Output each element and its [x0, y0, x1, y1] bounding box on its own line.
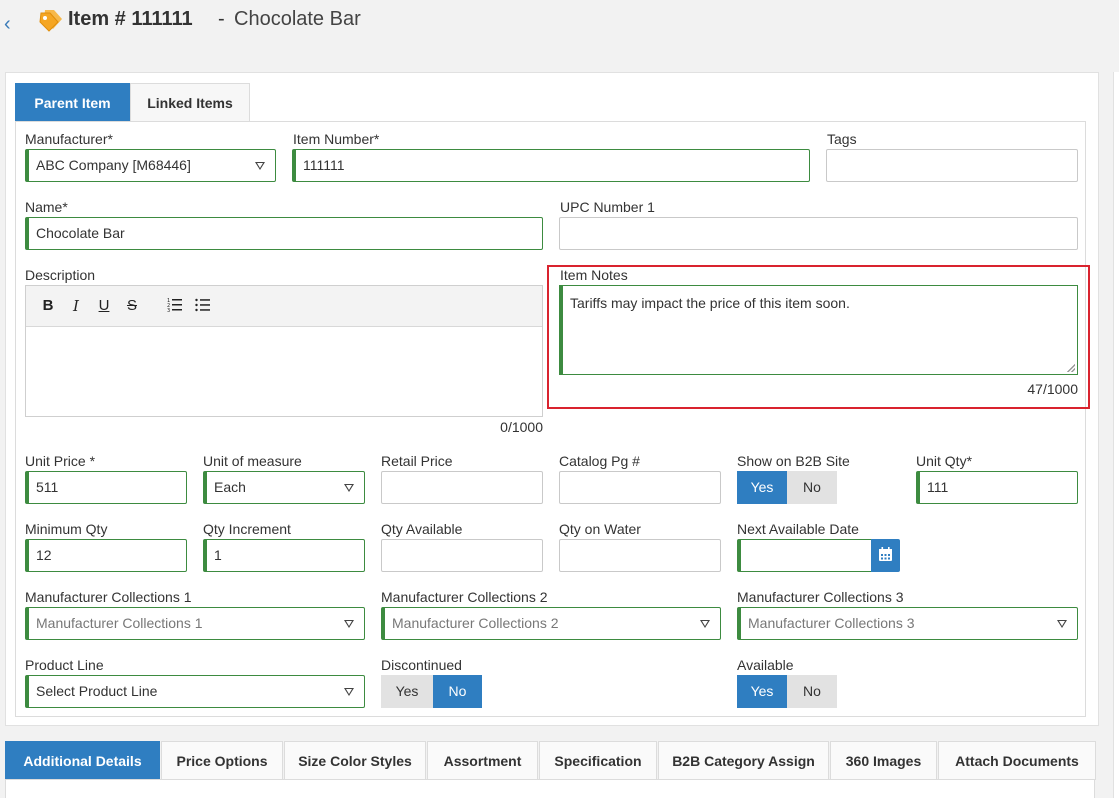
item-number-field[interactable]: 111111 [292, 149, 810, 182]
tab-linked-items[interactable]: Linked Items [130, 83, 250, 122]
unit-qty-field[interactable]: 111 [916, 471, 1078, 504]
mfr-collections-2-label: Manufacturer Collections 2 [381, 589, 548, 605]
next-available-date-label: Next Available Date [737, 521, 859, 537]
tags-label: Tags [827, 131, 857, 147]
tab-additional-details[interactable]: Additional Details [5, 741, 160, 780]
chevron-down-icon [344, 620, 354, 628]
chevron-down-icon [255, 162, 265, 170]
title-separator: - [218, 8, 225, 30]
calendar-button[interactable] [871, 539, 900, 572]
discontinued-yes-button[interactable]: Yes [381, 675, 433, 708]
qty-on-water-label: Qty on Water [559, 521, 641, 537]
discontinued-no-button[interactable]: No [433, 675, 482, 708]
tab-parent-item[interactable]: Parent Item [15, 83, 130, 122]
mfr-collections-1-select[interactable]: Manufacturer Collections 1 [25, 607, 365, 640]
calendar-icon [879, 547, 892, 561]
available-no-button[interactable]: No [787, 675, 837, 708]
minimum-qty-label: Minimum Qty [25, 521, 108, 537]
unordered-list-icon[interactable] [195, 297, 211, 315]
mfr-collections-3-label: Manufacturer Collections 3 [737, 589, 904, 605]
description-editor[interactable]: B I U S 123 [25, 285, 543, 417]
editor-toolbar: B I U S 123 [26, 286, 542, 327]
description-counter: 0/1000 [500, 419, 543, 435]
available-toggle: Yes No [737, 675, 837, 708]
chevron-down-icon [1057, 620, 1067, 628]
show-b2b-label: Show on B2B Site [737, 453, 850, 469]
manufacturer-value: ABC Company [M68446] [36, 157, 191, 173]
tags-icon [36, 8, 64, 32]
item-number-label: Item Number* [293, 131, 380, 147]
qty-available-label: Qty Available [381, 521, 463, 537]
tab-specification[interactable]: Specification [539, 741, 657, 780]
svg-text:3: 3 [167, 308, 170, 313]
mfr-collections-1-label: Manufacturer Collections 1 [25, 589, 192, 605]
name-field[interactable]: Chocolate Bar [25, 217, 543, 250]
unit-of-measure-label: Unit of measure [203, 453, 302, 469]
retail-price-label: Retail Price [381, 453, 453, 469]
unit-of-measure-select[interactable]: Each [203, 471, 365, 504]
upc-label: UPC Number 1 [560, 199, 655, 215]
product-line-value: Select Product Line [36, 683, 158, 699]
show-b2b-toggle: Yes No [737, 471, 837, 504]
bold-icon[interactable]: B [40, 297, 56, 315]
bottom-tab-content [5, 779, 1095, 798]
ordered-list-icon[interactable]: 123 [167, 297, 183, 315]
qty-available-field[interactable] [381, 539, 543, 572]
back-chevron-icon[interactable]: ‹ [4, 12, 18, 36]
discontinued-toggle: Yes No [381, 675, 482, 708]
qty-increment-field[interactable]: 1 [203, 539, 365, 572]
catalog-pg-field[interactable] [559, 471, 721, 504]
chevron-down-icon [344, 688, 354, 696]
tab-attach-documents[interactable]: Attach Documents [938, 741, 1096, 780]
discontinued-label: Discontinued [381, 657, 462, 673]
tab-size-color-styles[interactable]: Size Color Styles [284, 741, 426, 780]
minimum-qty-field[interactable]: 12 [25, 539, 187, 572]
page-title-item-name: Chocolate Bar [234, 8, 361, 30]
available-label: Available [737, 657, 794, 673]
tab-assortment[interactable]: Assortment [427, 741, 538, 780]
mfr-collections-3-placeholder: Manufacturer Collections 3 [748, 615, 915, 631]
product-line-select[interactable]: Select Product Line [25, 675, 365, 708]
mfr-collections-3-select[interactable]: Manufacturer Collections 3 [737, 607, 1078, 640]
underline-icon[interactable]: U [96, 297, 112, 315]
show-b2b-no-button[interactable]: No [787, 471, 837, 504]
description-label: Description [25, 267, 96, 283]
tags-field[interactable] [826, 149, 1078, 182]
tab-b2b-category-assign[interactable]: B2B Category Assign [658, 741, 829, 780]
show-b2b-yes-button[interactable]: Yes [737, 471, 787, 504]
chevron-down-icon [344, 484, 354, 492]
chevron-down-icon [700, 620, 710, 628]
qty-on-water-field[interactable] [559, 539, 721, 572]
product-line-label: Product Line [25, 657, 104, 673]
qty-increment-label: Qty Increment [203, 521, 291, 537]
retail-price-field[interactable] [381, 471, 543, 504]
catalog-pg-label: Catalog Pg # [559, 453, 640, 469]
mfr-collections-2-select[interactable]: Manufacturer Collections 2 [381, 607, 721, 640]
unit-qty-label: Unit Qty* [916, 453, 973, 469]
manufacturer-label: Manufacturer* [25, 131, 113, 147]
right-panel-edge [1113, 72, 1119, 798]
strikethrough-icon[interactable]: S [124, 297, 140, 315]
manufacturer-select[interactable]: ABC Company [M68446] [25, 149, 276, 182]
name-label: Name* [25, 199, 68, 215]
tab-360-images[interactable]: 360 Images [830, 741, 937, 780]
next-available-date-field[interactable] [737, 539, 872, 572]
page-title-item-number: Item # 111111 [68, 8, 193, 30]
mfr-collections-1-placeholder: Manufacturer Collections 1 [36, 615, 203, 631]
available-yes-button[interactable]: Yes [737, 675, 787, 708]
unit-price-field[interactable]: 511 [25, 471, 187, 504]
unit-price-label: Unit Price * [25, 453, 96, 469]
mfr-collections-2-placeholder: Manufacturer Collections 2 [392, 615, 559, 631]
italic-icon[interactable]: I [68, 297, 84, 315]
highlight-annotation-box [547, 265, 1090, 409]
upc-field[interactable] [559, 217, 1078, 250]
tab-price-options[interactable]: Price Options [161, 741, 283, 780]
unit-of-measure-value: Each [214, 479, 246, 495]
